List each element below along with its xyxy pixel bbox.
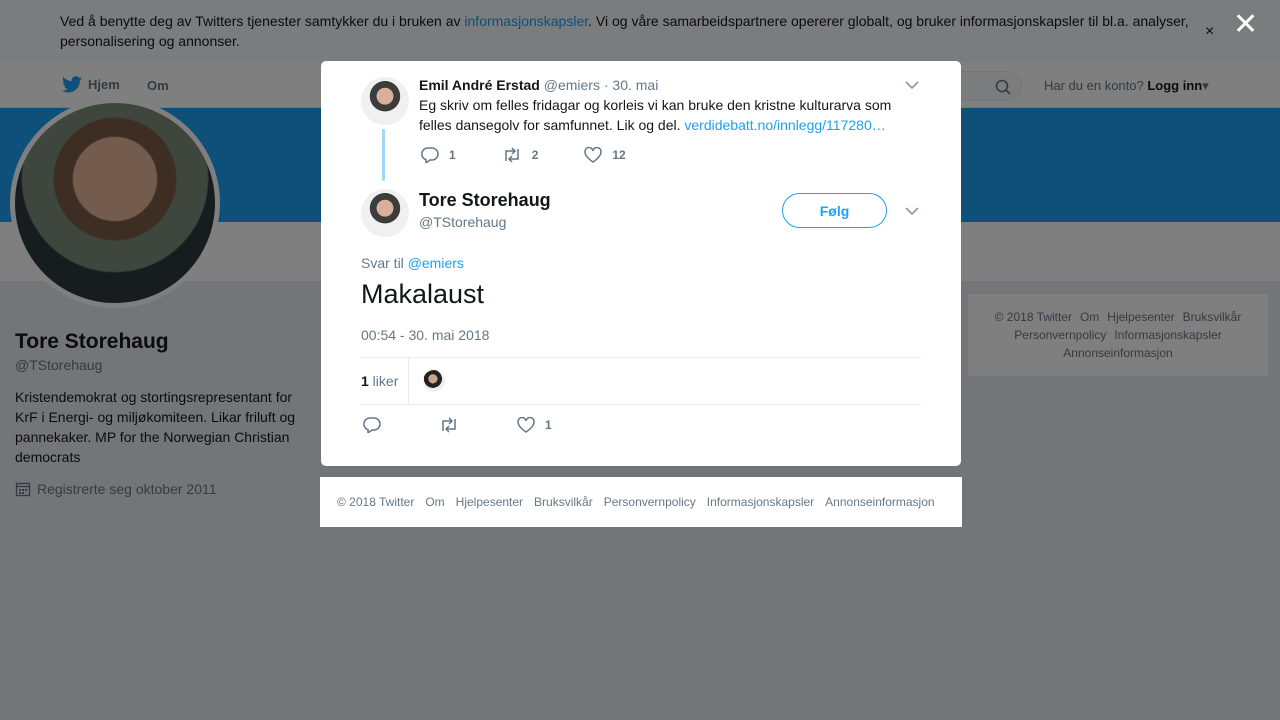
parent-tweet-handle[interactable]: @emiers [544,77,600,93]
parent-retweet-count: 2 [531,148,539,162]
parent-retweet-button[interactable]: 2 [502,147,539,163]
likes-count: 1 [361,373,369,389]
reply-icon [421,147,439,163]
retweet-icon [442,417,456,433]
likes-label: liker [368,373,399,389]
parent-tweet-actions: 1 2 12 [421,147,672,163]
tweet-modal: Emil André Erstad @emiers · 30. mai Eg s… [321,61,961,466]
modal-footer-link-privacy[interactable]: Personvernpolicy [604,495,696,509]
modal-footer-link-help[interactable]: Hjelpesenter [456,495,523,509]
parent-tweet-menu-chevron-icon[interactable] [905,77,919,93]
reply-button[interactable] [363,417,381,433]
reply-to-line: Svar til @emiers [361,255,464,271]
parent-tweet-date[interactable]: · 30. mai [600,77,658,93]
tweet-stats: 1 liker [361,357,921,405]
parent-tweet-link[interactable]: verdidebatt.no/innlegg/117280… [684,117,885,133]
reply-to-mention[interactable]: @emiers [408,255,464,271]
close-modal-button[interactable]: ✕ [1233,10,1258,40]
tweet-actions: 1 [363,417,610,433]
follow-button[interactable]: Følg [782,193,887,228]
thread-line [382,129,385,181]
parent-tweet-name[interactable]: Emil André Erstad [419,77,540,93]
modal-footer-copyright: © 2018 Twitter [337,495,415,509]
reply-to-label: Svar til [361,255,408,271]
modal-footer-link-terms[interactable]: Bruksvilkår [534,495,593,509]
parent-tweet-header: Emil André Erstad @emiers · 30. mai [419,77,658,93]
reply-icon [363,417,381,433]
liker-avatar[interactable] [423,370,445,392]
parent-like-button[interactable]: 12 [584,147,626,163]
like-button[interactable]: 1 [517,417,552,433]
tweet-author-handle[interactable]: @TStorehaug [419,214,506,230]
parent-tweet-text: Eg skriv om felles fridagar og korleis v… [419,95,909,135]
tweet-text: Makalaust [361,279,485,309]
like-count: 1 [545,418,552,432]
modal-footer-link-about[interactable]: Om [425,495,444,509]
modal-footer: © 2018 Twitter Om Hjelpesenter Bruksvilk… [320,477,962,527]
tweet-avatar[interactable] [361,189,409,237]
modal-footer-link-cookies[interactable]: Informasjonskapsler [707,495,814,509]
parent-reply-count: 1 [449,148,456,162]
tweet-timestamp[interactable]: 00:54 - 30. mai 2018 [361,327,489,343]
parent-reply-button[interactable]: 1 [421,147,456,163]
modal-footer-link-ads[interactable]: Annonseinformasjon [825,495,934,509]
heart-icon [584,147,603,163]
tweet-author-name[interactable]: Tore Storehaug [419,190,551,211]
retweet-icon [504,147,519,163]
heart-icon [517,417,535,433]
parent-tweet-avatar[interactable] [361,77,409,125]
tweet-menu-chevron-icon[interactable] [905,203,919,219]
retweet-button[interactable] [439,417,459,433]
parent-like-count: 12 [612,148,626,162]
likes-stat[interactable]: 1 liker [361,358,409,404]
